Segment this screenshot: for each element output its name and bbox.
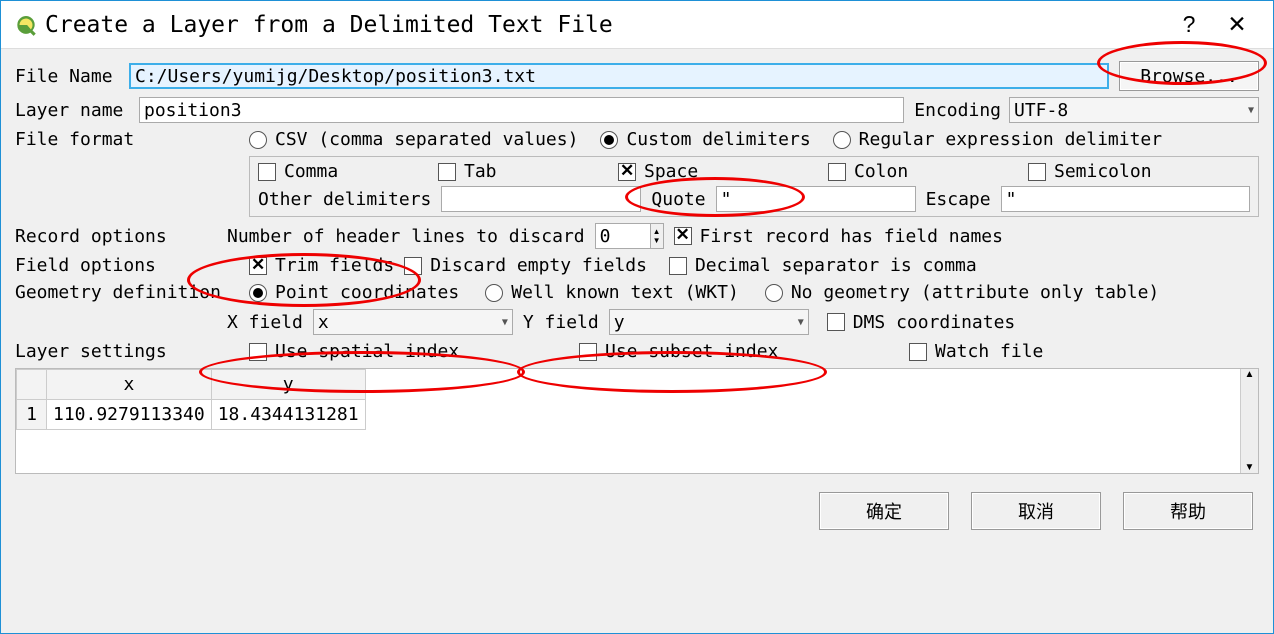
space-label: Space xyxy=(644,161,824,182)
table-row[interactable]: 1 110.9279113340 18.4344131281 xyxy=(17,400,366,430)
tab-check[interactable] xyxy=(438,163,456,181)
ok-button[interactable]: 确定 xyxy=(819,492,949,530)
regex-delim-label: Regular expression delimiter xyxy=(859,129,1162,150)
regex-delim-radio[interactable] xyxy=(833,131,851,149)
csv-label: CSV (comma separated values) xyxy=(275,129,578,150)
quote-input[interactable] xyxy=(716,186,916,212)
yfield-select[interactable]: y▼ xyxy=(609,309,809,335)
semicolon-check[interactable] xyxy=(1028,163,1046,181)
titlebar: Create a Layer from a Delimited Text Fil… xyxy=(1,1,1273,49)
spatial-index-check[interactable] xyxy=(249,343,267,361)
escape-input[interactable] xyxy=(1001,186,1250,212)
space-check[interactable] xyxy=(618,163,636,181)
geometry-label: Geometry definition xyxy=(15,282,245,303)
decimal-comma-check[interactable] xyxy=(669,257,687,275)
cell-y: 18.4344131281 xyxy=(211,400,365,430)
trim-fields-label: Trim fields xyxy=(275,255,394,276)
help-icon[interactable]: ? xyxy=(1165,11,1213,38)
field-options-label: Field options xyxy=(15,255,245,276)
no-geom-label: No geometry (attribute only table) xyxy=(791,282,1159,303)
yfield-label: Y field xyxy=(523,312,599,333)
cancel-button[interactable]: 取消 xyxy=(971,492,1101,530)
first-record-names-check[interactable] xyxy=(674,227,692,245)
dms-label: DMS coordinates xyxy=(853,312,1016,333)
trim-fields-check[interactable] xyxy=(249,257,267,275)
colon-label: Colon xyxy=(854,161,1024,182)
help-button[interactable]: 帮助 xyxy=(1123,492,1253,530)
discard-lines-input[interactable] xyxy=(595,223,651,249)
record-options-label: Record options xyxy=(15,226,223,247)
escape-label: Escape xyxy=(926,189,991,210)
point-coord-radio[interactable] xyxy=(249,284,267,302)
file-name-input[interactable] xyxy=(129,63,1109,89)
scroll-down-icon[interactable]: ▼ xyxy=(1245,462,1255,473)
header-y[interactable]: y xyxy=(211,370,365,400)
file-format-label: File format xyxy=(15,129,245,150)
close-icon[interactable]: ✕ xyxy=(1213,11,1261,38)
point-coord-label: Point coordinates xyxy=(275,282,459,303)
other-delim-label: Other delimiters xyxy=(258,189,431,210)
discard-lines-label: Number of header lines to discard xyxy=(227,226,585,247)
tab-label: Tab xyxy=(464,161,614,182)
layer-name-input[interactable] xyxy=(139,97,904,123)
subset-index-check[interactable] xyxy=(579,343,597,361)
encoding-label: Encoding xyxy=(914,100,1001,121)
discard-empty-check[interactable] xyxy=(404,257,422,275)
table-header-row: x y xyxy=(17,370,366,400)
vertical-scrollbar[interactable]: ▲ ▼ xyxy=(1240,369,1258,473)
other-delim-input[interactable] xyxy=(441,186,641,212)
comma-label: Comma xyxy=(284,161,434,182)
cell-x: 110.9279113340 xyxy=(47,400,212,430)
spatial-index-label: Use spatial index xyxy=(275,341,575,362)
wkt-label: Well known text (WKT) xyxy=(511,282,739,303)
comma-check[interactable] xyxy=(258,163,276,181)
discard-lines-stepper[interactable]: ▲▼ xyxy=(651,223,664,249)
no-geom-radio[interactable] xyxy=(765,284,783,302)
preview-table: x y 1 110.9279113340 18.4344131281 ▲ ▼ xyxy=(15,368,1259,474)
wkt-radio[interactable] xyxy=(485,284,503,302)
csv-radio[interactable] xyxy=(249,131,267,149)
scroll-up-icon[interactable]: ▲ xyxy=(1245,369,1255,380)
window-title: Create a Layer from a Delimited Text Fil… xyxy=(45,12,1165,38)
first-record-names-label: First record has field names xyxy=(700,226,1003,247)
file-name-label: File Name xyxy=(15,66,125,87)
qgis-logo-icon xyxy=(13,12,39,38)
header-x[interactable]: x xyxy=(47,370,212,400)
encoding-select[interactable]: UTF-8▼ xyxy=(1009,97,1259,123)
watch-file-label: Watch file xyxy=(935,341,1043,362)
colon-check[interactable] xyxy=(828,163,846,181)
dialog-button-bar: 确定 取消 帮助 xyxy=(1,478,1273,540)
layer-name-label: Layer name xyxy=(15,100,135,121)
browse-button[interactable]: Browse... xyxy=(1119,61,1259,91)
semicolon-label: Semicolon xyxy=(1054,161,1152,182)
subset-index-label: Use subset index xyxy=(605,341,905,362)
quote-label: Quote xyxy=(651,189,705,210)
row-number: 1 xyxy=(17,400,47,430)
custom-delim-radio[interactable] xyxy=(600,131,618,149)
custom-delim-label: Custom delimiters xyxy=(626,129,810,150)
layer-settings-label: Layer settings xyxy=(15,341,245,362)
dms-check[interactable] xyxy=(827,313,845,331)
watch-file-check[interactable] xyxy=(909,343,927,361)
discard-empty-label: Discard empty fields xyxy=(430,255,647,276)
xfield-label: X field xyxy=(227,312,303,333)
xfield-select[interactable]: x▼ xyxy=(313,309,513,335)
decimal-comma-label: Decimal separator is comma xyxy=(695,255,977,276)
